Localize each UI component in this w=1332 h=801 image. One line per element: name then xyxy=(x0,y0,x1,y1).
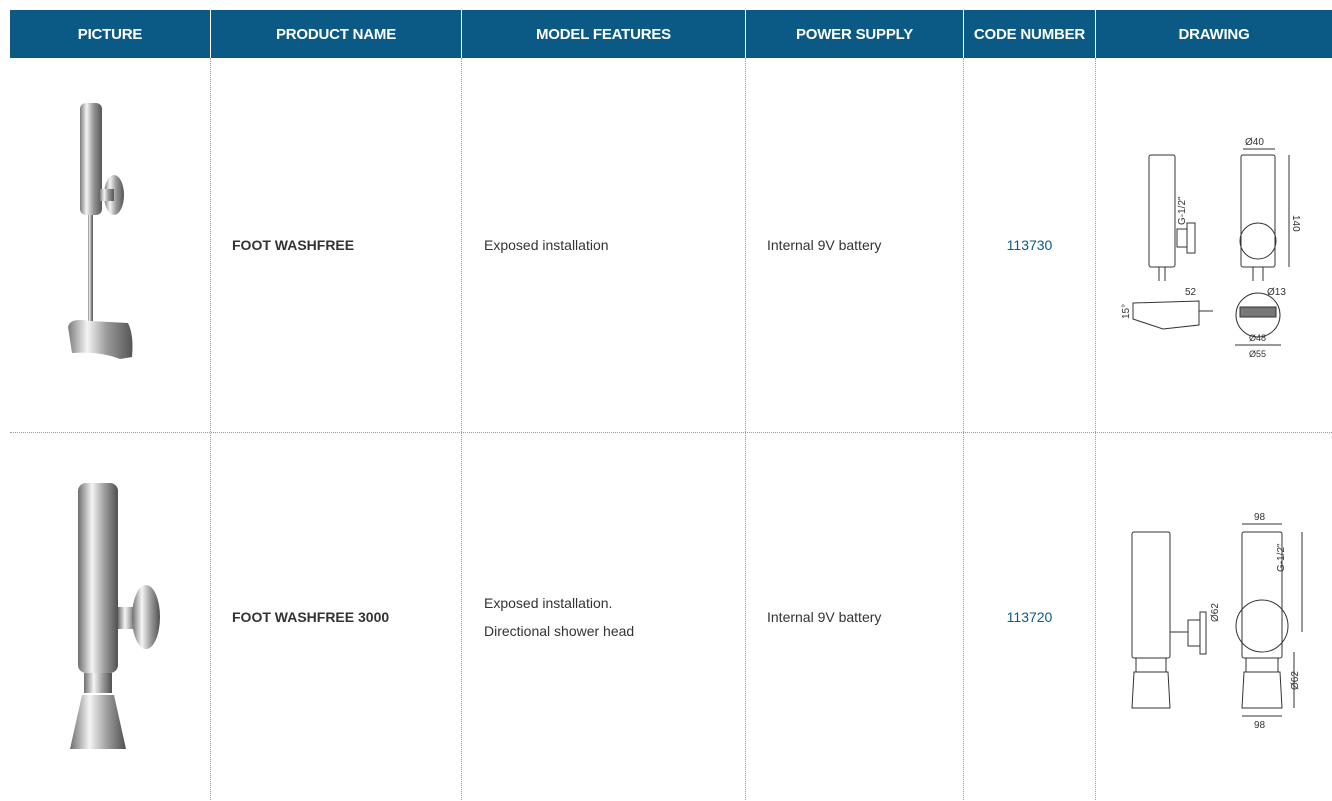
dim-label: G-1/2" xyxy=(1177,196,1188,225)
dim-label: Ø55 xyxy=(1249,349,1266,359)
power-supply: Internal 9V battery xyxy=(746,58,964,432)
dim-label: 98 xyxy=(1254,512,1266,523)
technical-drawing-foot-washfree-3000: 98 G-1/2" Ø62 Ø62 98 xyxy=(1131,512,1303,731)
table-row: FOOT WASHFREE 3000 Exposed installation.… xyxy=(10,433,1332,800)
features-line-1: Exposed installation xyxy=(484,237,609,253)
features-line-1: Exposed installation. xyxy=(484,594,613,611)
model-features: Exposed installation. Directional shower… xyxy=(462,433,746,800)
header-code-number: CODE NUMBER xyxy=(964,10,1096,58)
dim-label: 15° xyxy=(1121,304,1132,319)
picture-cell xyxy=(10,58,211,432)
dim-label: 98 xyxy=(1254,720,1266,731)
header-product-name: PRODUCT NAME xyxy=(211,10,462,58)
dim-label: Ø48 xyxy=(1249,333,1266,343)
picture-cell xyxy=(10,433,211,800)
technical-drawing-foot-washfree: Ø40 140 G-1/2" 52 Ø13 15° Ø48 Ø55 xyxy=(1121,137,1301,359)
header-picture: PICTURE xyxy=(10,10,211,58)
header-power-supply: POWER SUPPLY xyxy=(746,10,964,58)
product-photo-foot-washfree-3000 xyxy=(70,482,160,749)
dim-label: 140 xyxy=(1290,215,1301,232)
drawing-cell: 98 G-1/2" Ø62 Ø62 98 xyxy=(1096,433,1332,800)
model-features: Exposed installation xyxy=(462,58,746,432)
dim-label: G-1/2" xyxy=(1276,542,1287,571)
code-number: 113730 xyxy=(964,58,1096,432)
features-line-2: Directional shower head xyxy=(484,622,635,639)
table-header: PICTURE PRODUCT NAME MODEL FEATURES POWE… xyxy=(10,10,1332,58)
header-model-features: MODEL FEATURES xyxy=(462,10,746,58)
dim-label: Ø13 xyxy=(1267,287,1286,298)
table-row: FOOT WASHFREE Exposed installation Inter… xyxy=(10,58,1332,433)
product-photo-foot-washfree xyxy=(68,103,133,359)
product-name: FOOT WASHFREE xyxy=(211,58,462,432)
power-supply: Internal 9V battery xyxy=(746,433,964,800)
product-name: FOOT WASHFREE 3000 xyxy=(211,433,462,800)
dim-label: Ø40 xyxy=(1245,137,1264,148)
dim-label: Ø62 xyxy=(1290,670,1301,689)
header-drawing: DRAWING xyxy=(1178,25,1250,43)
drawing-cell: Ø40 140 G-1/2" 52 Ø13 15° Ø48 Ø55 xyxy=(1096,58,1332,432)
code-number: 113720 xyxy=(964,433,1096,800)
product-table: PICTURE PRODUCT NAME MODEL FEATURES POWE… xyxy=(10,10,1332,800)
dim-label: Ø62 xyxy=(1210,602,1221,621)
dim-label: 52 xyxy=(1185,287,1197,298)
